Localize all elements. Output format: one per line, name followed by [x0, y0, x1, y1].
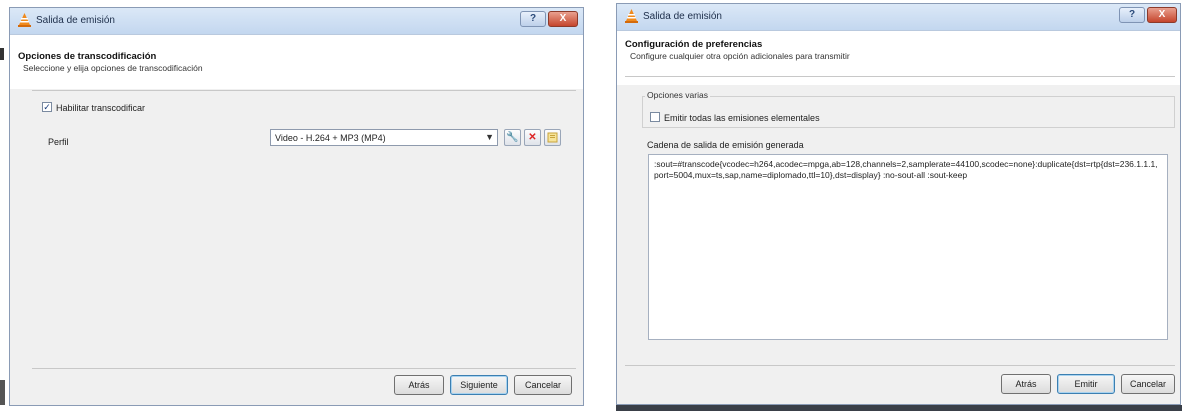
left-dialog-window: Salida de emisión ? X Opciones de transc…	[9, 7, 584, 406]
all-streams-checkbox-label: Emitir todas las emisiones elementales	[664, 113, 820, 123]
left-titlebar[interactable]: Salida de emisión ? X	[10, 8, 583, 35]
back-button[interactable]: Atrás	[394, 375, 444, 395]
new-profile-icon[interactable]	[544, 129, 561, 146]
left-edge-artifact-bottom	[0, 380, 5, 405]
vlc-cone-icon	[625, 9, 638, 23]
output-string-title: Cadena de salida de emisión generada	[647, 140, 804, 150]
transcode-checkbox[interactable]: ✓	[42, 102, 52, 112]
right-footer-divider	[625, 365, 1175, 366]
misc-options-title: Opciones varias	[645, 90, 710, 100]
stream-button[interactable]: Emitir	[1057, 374, 1115, 394]
right-window-title: Salida de emisión	[643, 11, 722, 22]
left-header: Opciones de transcodificación Seleccione…	[10, 35, 583, 89]
vlc-cone-icon	[18, 13, 31, 27]
right-help-button[interactable]: ?	[1119, 7, 1145, 23]
cancel-button[interactable]: Cancelar	[514, 375, 572, 395]
profile-label: Perfil	[48, 137, 69, 147]
back-button[interactable]: Atrás	[1001, 374, 1051, 394]
left-page-subtitle: Seleccione y elija opciones de transcodi…	[23, 63, 203, 73]
output-string-textarea[interactable]: :sout=#transcode{vcodec=h264,acodec=mpga…	[648, 154, 1168, 340]
left-edge-artifact	[0, 48, 4, 60]
left-help-button[interactable]: ?	[520, 11, 546, 27]
chevron-down-icon: ▼	[485, 132, 494, 142]
next-button[interactable]: Siguiente	[450, 375, 508, 395]
wrench-icon[interactable]: 🔧	[504, 129, 521, 146]
right-close-button[interactable]: X	[1147, 7, 1177, 23]
profile-select[interactable]: Video - H.264 + MP3 (MP4) ▼	[270, 129, 498, 146]
red-x-icon[interactable]: ✕	[524, 129, 541, 146]
right-header-divider	[625, 76, 1175, 77]
left-header-divider	[32, 90, 576, 91]
left-window-title: Salida de emisión	[36, 15, 115, 26]
all-streams-checkbox[interactable]	[650, 112, 660, 122]
left-close-button[interactable]: X	[548, 11, 578, 27]
misc-options-group	[642, 96, 1175, 128]
right-dialog-window: Salida de emisión ? X Configuración de p…	[616, 3, 1181, 405]
cancel-button[interactable]: Cancelar	[1121, 374, 1175, 394]
taskbar-edge-artifact	[616, 405, 1182, 411]
right-page-subtitle: Configure cualquier otra opción adiciona…	[630, 51, 850, 61]
transcode-checkbox-label: Habilitar transcodificar	[56, 103, 146, 113]
right-page-title: Configuración de preferencias	[625, 39, 763, 50]
right-titlebar[interactable]: Salida de emisión ? X	[617, 4, 1180, 31]
left-footer-divider	[32, 368, 576, 369]
profile-select-value: Video - H.264 + MP3 (MP4)	[275, 133, 386, 143]
left-page-title: Opciones de transcodificación	[18, 51, 157, 62]
